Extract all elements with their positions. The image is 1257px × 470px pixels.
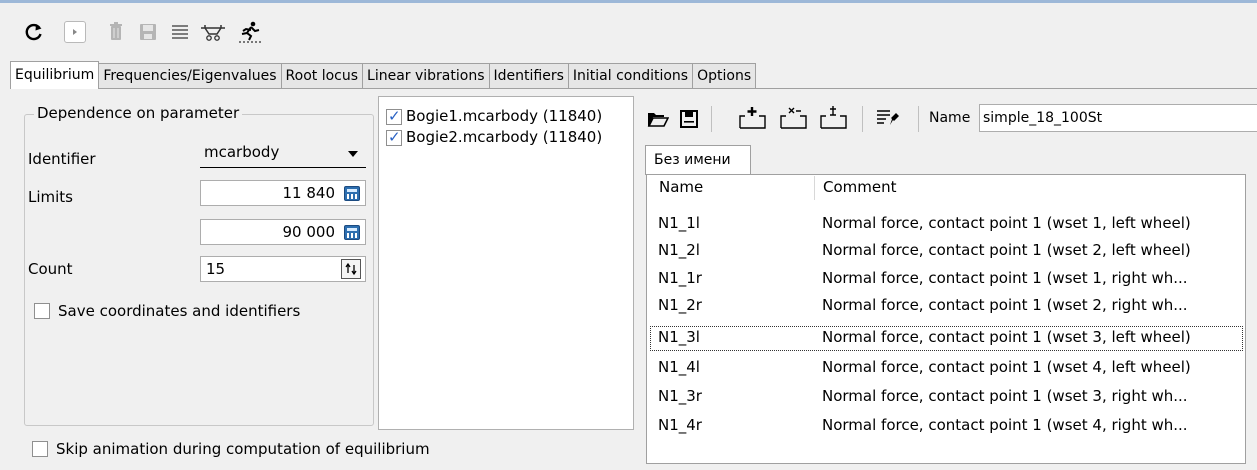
limit-min-value: 11 840 [282,184,336,202]
table-row[interactable]: N1_1l Normal force, contact point 1 (wset… [650,212,1243,237]
toolbar-separator [862,106,863,132]
vehicle-icon[interactable] [198,20,228,44]
skip-animation-label: Skip animation during computation of equ… [56,440,430,458]
table-row[interactable]: N1_4l Normal force, contact point 1 (wset… [650,356,1243,381]
run-icon[interactable] [238,20,262,44]
column-header-name[interactable]: Name [659,178,703,196]
dependence-group-title: Dependence on parameter [34,104,243,122]
name-label: Name [929,110,971,126]
calculator-icon[interactable] [344,186,360,201]
row-name: N1_4l [658,358,700,376]
save-icon[interactable] [676,106,702,132]
row-comment: Normal force, contact point 1 (wset 4, r… [822,416,1188,434]
row-comment: Normal force, contact point 1 (wset 1, l… [822,214,1191,232]
tab-initial-conditions[interactable]: Initial conditions [567,63,694,89]
main-tabstrip: Equilibrium Frequencies/Eigenvalues Root… [10,61,757,89]
identifier-value: mcarbody [204,143,280,161]
count-value: 15 [206,260,226,278]
save-coordinates-checkbox[interactable] [34,303,50,319]
name-input[interactable]: simple_18_100St [979,104,1257,132]
spin-arrows-icon[interactable] [341,259,361,279]
table-row-focused[interactable]: N1_3l Normal force, contact point 1 (wset… [650,326,1243,351]
count-spinbox[interactable]: 15 [200,256,366,282]
play-icon[interactable] [64,21,86,43]
dropdown-underline [200,167,366,168]
table-row[interactable]: N1_3r Normal force, contact point 1 (wset… [650,385,1243,410]
tab-options[interactable]: Options [692,63,757,89]
row-comment: Normal force, contact point 1 (wset 4, l… [822,358,1191,376]
toolbar-separator [918,106,919,132]
delete-row-icon[interactable] [780,104,808,132]
list-item-checkbox[interactable] [386,107,402,125]
tab-root-locus[interactable]: Root locus [280,63,364,89]
column-divider[interactable] [814,176,815,200]
trash-icon[interactable] [104,20,128,44]
table-row[interactable]: N1_4r Normal force, contact point 1 (wset… [650,414,1243,439]
tab-equilibrium[interactable]: Equilibrium [10,61,100,89]
insert-row-icon[interactable] [820,104,848,132]
limit-max-value: 90 000 [282,223,336,241]
folder-open-icon[interactable] [645,106,671,132]
identifier-label: Identifier [28,150,96,168]
chevron-down-icon[interactable] [343,144,363,164]
row-comment: Normal force, contact point 1 (wset 3, l… [822,328,1191,346]
tab-frequencies[interactable]: Frequencies/Eigenvalues [98,63,282,89]
row-name: N1_1r [658,269,702,287]
toolbar-separator [711,106,712,132]
table-row[interactable]: N1_2r Normal force, contact point 1 (wset… [650,294,1243,319]
identifier-checklist: Bogie1.mcarbody (11840) Bogie2.mcarbody … [378,96,634,430]
name-input-value: simple_18_100St [983,110,1103,126]
limits-label: Limits [28,188,73,206]
save-coordinates-label: Save coordinates and identifiers [58,302,301,320]
table-row[interactable]: N1_2l Normal force, contact point 1 (wset… [650,239,1243,264]
list-item-label[interactable]: Bogie2.mcarbody (11840) [406,128,602,146]
row-comment: Normal force, contact point 1 (wset 2, l… [822,241,1191,259]
tab-baseline [10,88,1257,89]
calculator-icon[interactable] [344,225,360,240]
row-comment: Normal force, contact point 1 (wset 3, r… [822,387,1188,405]
list-item-checkbox[interactable] [386,128,402,146]
row-name: N1_4r [658,416,702,434]
skip-animation-checkbox[interactable] [32,441,48,457]
tab-identifiers[interactable]: Identifiers [488,63,569,89]
row-name: N1_2r [658,296,702,314]
refresh-icon[interactable] [22,20,46,44]
list-pin-icon[interactable] [874,104,902,132]
count-label: Count [28,260,73,278]
row-comment: Normal force, contact point 1 (wset 1, r… [822,269,1188,287]
add-row-icon[interactable] [739,104,767,132]
row-name: N1_1l [658,214,700,232]
column-header-comment[interactable]: Comment [823,178,897,196]
row-name: N1_3l [658,328,700,346]
row-comment: Normal force, contact point 1 (wset 2, r… [822,296,1188,314]
tab-unnamed[interactable]: Без имени [645,145,751,175]
row-name: N1_2l [658,241,700,259]
window-top-border [0,0,1257,3]
limit-max-field[interactable]: 90 000 [200,219,366,245]
list-icon[interactable] [168,20,192,44]
tab-linear-vibrations[interactable]: Linear vibrations [362,63,490,89]
identifier-dropdown[interactable]: mcarbody [200,140,366,168]
table-row[interactable]: N1_1r Normal force, contact point 1 (wset… [650,267,1243,292]
list-item-label[interactable]: Bogie1.mcarbody (11840) [406,107,602,125]
limit-min-field[interactable]: 11 840 [200,180,366,206]
save-icon[interactable] [136,20,160,44]
row-name: N1_3r [658,387,702,405]
